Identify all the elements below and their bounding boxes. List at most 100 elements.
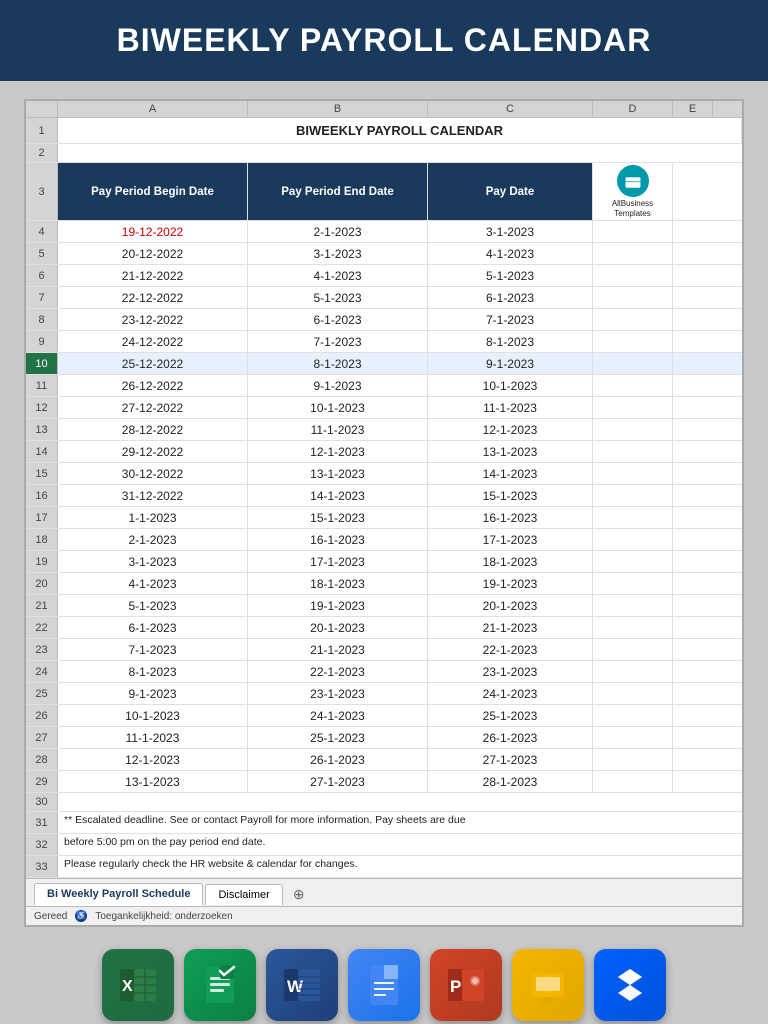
cell-d bbox=[593, 265, 673, 286]
table-row: 23 7-1-2023 21-1-2023 22-1-2023 bbox=[26, 639, 742, 661]
cell-d bbox=[593, 683, 673, 704]
cell-begin-date: 12-1-2023 bbox=[58, 749, 248, 770]
table-row: 15 30-12-2022 13-1-2023 14-1-2023 bbox=[26, 463, 742, 485]
cell-d bbox=[593, 639, 673, 660]
table-row: 14 29-12-2022 12-1-2023 13-1-2023 bbox=[26, 441, 742, 463]
sheets-icon-button[interactable] bbox=[184, 949, 256, 1021]
cell-end-date: 21-1-2023 bbox=[248, 639, 428, 660]
cell-pay-date: 16-1-2023 bbox=[428, 507, 593, 528]
cell-begin-date: 7-1-2023 bbox=[58, 639, 248, 660]
title-row: 1 BIWEEKLY PAYROLL CALENDAR bbox=[26, 118, 742, 144]
logo-cell: AllBusinessTemplates bbox=[593, 163, 673, 220]
cell-begin-date: 30-12-2022 bbox=[58, 463, 248, 484]
page-header: BIWEEKLY PAYROLL CALENDAR bbox=[0, 0, 768, 81]
dropbox-icon-button[interactable] bbox=[594, 949, 666, 1021]
cell-end-date: 4-1-2023 bbox=[248, 265, 428, 286]
sheets-svg bbox=[198, 963, 242, 1007]
cell-d bbox=[593, 771, 673, 792]
col-header-end: Pay Period End Date bbox=[248, 163, 428, 220]
tab-disclaimer[interactable]: Disclaimer bbox=[205, 884, 282, 905]
cell-begin-date: 31-12-2022 bbox=[58, 485, 248, 506]
cell-end-date: 5-1-2023 bbox=[248, 287, 428, 308]
cell-pay-date: 23-1-2023 bbox=[428, 661, 593, 682]
svg-text:W: W bbox=[287, 977, 304, 996]
col-d-header: D bbox=[593, 101, 673, 117]
cell-pay-date: 27-1-2023 bbox=[428, 749, 593, 770]
row-num-5: 5 bbox=[26, 243, 58, 264]
cell-d bbox=[593, 331, 673, 352]
cell-d bbox=[593, 463, 673, 484]
table-row: 16 31-12-2022 14-1-2023 15-1-2023 bbox=[26, 485, 742, 507]
svg-text:X: X bbox=[122, 978, 133, 995]
cell-begin-date: 23-12-2022 bbox=[58, 309, 248, 330]
cell-pay-date: 10-1-2023 bbox=[428, 375, 593, 396]
cell-begin-date: 13-1-2023 bbox=[58, 771, 248, 792]
cell-end-date: 7-1-2023 bbox=[248, 331, 428, 352]
table-row: 29 13-1-2023 27-1-2023 28-1-2023 bbox=[26, 771, 742, 793]
cell-pay-date: 4-1-2023 bbox=[428, 243, 593, 264]
row-num-18: 18 bbox=[26, 529, 58, 550]
cell-end-date: 27-1-2023 bbox=[248, 771, 428, 792]
cell-end-date: 17-1-2023 bbox=[248, 551, 428, 572]
table-row: 7 22-12-2022 5-1-2023 6-1-2023 bbox=[26, 287, 742, 309]
table-row: 8 23-12-2022 6-1-2023 7-1-2023 bbox=[26, 309, 742, 331]
cell-d bbox=[593, 353, 673, 374]
cell-d bbox=[593, 617, 673, 638]
row-num-2: 2 bbox=[26, 144, 58, 162]
page-title: BIWEEKLY PAYROLL CALENDAR bbox=[20, 22, 748, 59]
table-row: 18 2-1-2023 16-1-2023 17-1-2023 bbox=[26, 529, 742, 551]
cell-begin-date: 22-12-2022 bbox=[58, 287, 248, 308]
cell-end-date: 12-1-2023 bbox=[248, 441, 428, 462]
cell-d bbox=[593, 287, 673, 308]
row-num-11: 11 bbox=[26, 375, 58, 396]
excel-svg: X bbox=[116, 963, 160, 1007]
row-num-3: 3 bbox=[26, 163, 58, 220]
row-num-20: 20 bbox=[26, 573, 58, 594]
data-rows: 4 19-12-2022 2-1-2023 3-1-2023 5 20-12-2… bbox=[26, 221, 742, 793]
cell-end-date: 16-1-2023 bbox=[248, 529, 428, 550]
briefcase-icon bbox=[624, 172, 642, 190]
word-icon-button[interactable]: W bbox=[266, 949, 338, 1021]
docs-icon-button[interactable] bbox=[348, 949, 420, 1021]
row-num-28: 28 bbox=[26, 749, 58, 770]
note-row: 32 before 5:00 pm on the pay period end … bbox=[26, 834, 742, 856]
dropbox-svg bbox=[608, 963, 652, 1007]
tab-add-button[interactable]: ⊕ bbox=[285, 883, 313, 906]
note-text: ** Escalated deadline. See or contact Pa… bbox=[58, 812, 742, 833]
row-num-22: 22 bbox=[26, 617, 58, 638]
cell-end-date: 24-1-2023 bbox=[248, 705, 428, 726]
cell-end-date: 25-1-2023 bbox=[248, 727, 428, 748]
cell-begin-date: 10-1-2023 bbox=[58, 705, 248, 726]
cell-pay-date: 11-1-2023 bbox=[428, 397, 593, 418]
cell-pay-date: 28-1-2023 bbox=[428, 771, 593, 792]
cell-end-date: 19-1-2023 bbox=[248, 595, 428, 616]
spreadsheet-tabs: Bi Weekly Payroll Schedule Disclaimer ⊕ bbox=[26, 878, 742, 906]
slides-icon-button[interactable] bbox=[512, 949, 584, 1021]
table-row: 28 12-1-2023 26-1-2023 27-1-2023 bbox=[26, 749, 742, 771]
row-num-24: 24 bbox=[26, 661, 58, 682]
cell-pay-date: 20-1-2023 bbox=[428, 595, 593, 616]
row-2: 2 bbox=[26, 144, 742, 163]
cell-begin-date: 20-12-2022 bbox=[58, 243, 248, 264]
cell-d bbox=[593, 705, 673, 726]
cell-d bbox=[593, 749, 673, 770]
excel-icon-button[interactable]: X bbox=[102, 949, 174, 1021]
cell-begin-date: 24-12-2022 bbox=[58, 331, 248, 352]
cell-end-date: 8-1-2023 bbox=[248, 353, 428, 374]
cell-end-date: 3-1-2023 bbox=[248, 243, 428, 264]
powerpoint-icon-button[interactable]: P bbox=[430, 949, 502, 1021]
table-row: 10 25-12-2022 8-1-2023 9-1-2023 bbox=[26, 353, 742, 375]
row-num-13: 13 bbox=[26, 419, 58, 440]
table-row: 9 24-12-2022 7-1-2023 8-1-2023 bbox=[26, 331, 742, 353]
cell-begin-date: 29-12-2022 bbox=[58, 441, 248, 462]
cell-end-date: 9-1-2023 bbox=[248, 375, 428, 396]
spreadsheet-container: A B C D E 1 BIWEEKLY PAYROLL CALENDAR 2 … bbox=[24, 99, 744, 927]
column-headers-row: A B C D E bbox=[26, 101, 742, 118]
cell-end-date: 23-1-2023 bbox=[248, 683, 428, 704]
cell-end-date: 11-1-2023 bbox=[248, 419, 428, 440]
row-num-16: 16 bbox=[26, 485, 58, 506]
cell-pay-date: 15-1-2023 bbox=[428, 485, 593, 506]
tab-biweekly[interactable]: Bi Weekly Payroll Schedule bbox=[34, 883, 203, 906]
cell-pay-date: 17-1-2023 bbox=[428, 529, 593, 550]
cell-d bbox=[593, 507, 673, 528]
